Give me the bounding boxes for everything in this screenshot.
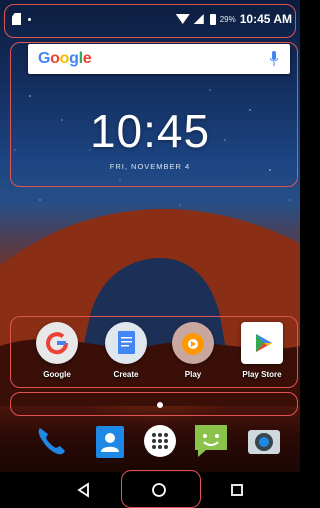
app-label: Create	[113, 370, 139, 379]
page-indicator-dot	[157, 402, 163, 408]
app-play-store[interactable]: Play Store	[231, 322, 293, 379]
docs-icon	[105, 322, 147, 364]
battery-percent: 29%	[219, 14, 236, 24]
navigation-bar	[0, 472, 300, 508]
recents-icon[interactable]	[227, 480, 247, 500]
play-store-icon	[241, 322, 283, 364]
app-drawer-icon[interactable]	[139, 420, 181, 462]
sd-card-icon	[12, 13, 21, 25]
microphone-icon[interactable]	[270, 51, 278, 67]
messaging-icon[interactable]	[190, 420, 232, 462]
camera-icon[interactable]	[243, 420, 285, 462]
app-google[interactable]: Google	[26, 322, 88, 379]
contacts-icon[interactable]	[89, 420, 131, 462]
status-bar[interactable]: 29% 10:45 AM	[0, 0, 300, 36]
favorites-dock	[0, 418, 300, 466]
app-label: Google	[43, 370, 71, 379]
app-label: Play Store	[242, 370, 282, 379]
battery-icon	[209, 13, 216, 25]
phone-icon[interactable]	[30, 420, 72, 462]
clock-widget-time[interactable]: 10:45	[0, 104, 300, 158]
home-screen: 29% 10:45 AM Google 10:45 FRI, NOVEMBER …	[0, 0, 300, 508]
wifi-icon	[175, 14, 190, 24]
play-music-icon	[172, 322, 214, 364]
notification-dot-icon	[28, 18, 31, 21]
home-icon[interactable]	[149, 480, 169, 500]
google-icon	[36, 322, 78, 364]
home-apps-row: Google Create Play Play Store	[0, 322, 300, 392]
google-search-bar[interactable]: Google	[28, 44, 290, 74]
back-icon[interactable]	[74, 480, 94, 500]
cell-signal-icon	[193, 14, 204, 24]
clock-widget-date[interactable]: FRI, NOVEMBER 4	[0, 162, 300, 171]
status-time: 10:45 AM	[239, 12, 292, 26]
app-label: Play	[184, 370, 202, 379]
app-play[interactable]: Play	[162, 322, 224, 379]
google-logo: Google	[38, 50, 92, 67]
app-create[interactable]: Create	[95, 322, 157, 379]
